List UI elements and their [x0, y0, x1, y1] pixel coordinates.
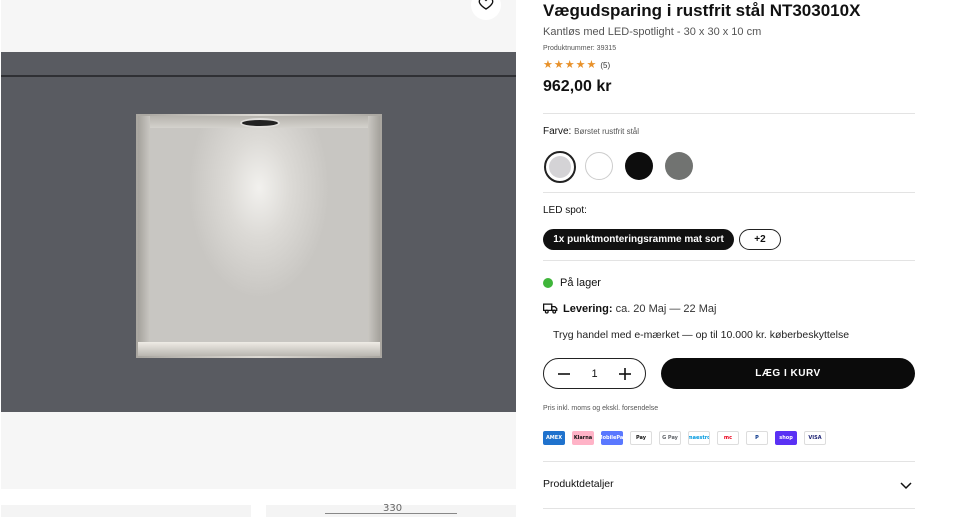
swatch-white[interactable] — [585, 152, 613, 180]
plus-icon — [619, 367, 631, 380]
swatch-fill — [549, 156, 571, 178]
product-subtitle: Kantløs med LED-spotlight - 30 x 30 x 10… — [543, 26, 762, 38]
product-title: Vægudsparing i rustfrit stål NT303010X — [543, 1, 861, 20]
divider — [543, 113, 915, 114]
dimension-label: 330 — [383, 503, 403, 514]
payment-apple-pay-icon: Pay — [630, 431, 652, 445]
divider — [543, 260, 915, 261]
increase-quantity-button[interactable] — [617, 366, 633, 382]
product-rating[interactable]: ★ ★ ★ ★ ★ (5) — [543, 59, 610, 71]
payment-shop-pay-icon: shop — [775, 431, 797, 445]
decrease-quantity-button[interactable] — [556, 366, 572, 382]
product-number: Produktnummer: 39315 — [543, 45, 617, 52]
stock-status: På lager — [560, 277, 601, 289]
niche-left-panel — [138, 116, 150, 356]
wall-background — [1, 52, 516, 412]
niche-frame — [136, 114, 382, 358]
payment-mastercard-icon: mc — [717, 431, 739, 445]
niche-right-panel — [368, 116, 380, 356]
star-icon: ★ — [575, 59, 586, 71]
led-more-options-button[interactable]: +2 — [739, 229, 781, 250]
add-to-cart-button[interactable]: LÆG I KURV — [661, 358, 915, 389]
color-label: Farve: — [543, 126, 572, 137]
divider — [543, 461, 915, 462]
divider — [543, 508, 915, 509]
trust-badge-text: Tryg handel med e-mærket — op til 10.000… — [553, 329, 850, 341]
payment-maestro-icon: maestro — [688, 431, 710, 445]
heart-icon — [478, 0, 494, 16]
swatch-brushed-steel[interactable] — [544, 151, 576, 183]
main-product-image[interactable] — [1, 0, 516, 489]
star-icon: ★ — [553, 59, 564, 71]
product-details-accordion[interactable]: Produktdetaljer — [543, 478, 614, 490]
swatch-grey[interactable] — [665, 152, 693, 180]
color-value: Børstet rustfrit stål — [574, 127, 640, 136]
led-spotlight — [242, 120, 278, 126]
wall-niche — [138, 116, 380, 356]
color-selector-label: Farve: Børstet rustfrit stål — [543, 126, 639, 137]
quantity-stepper: 1 — [543, 358, 646, 389]
payment-paypal-icon: P — [746, 431, 768, 445]
thumbnail-image-1[interactable] — [1, 505, 251, 517]
led-spot-label: LED spot: — [543, 205, 587, 216]
payment-klarna-icon: Klarna — [572, 431, 594, 445]
wall-edge-line — [1, 75, 516, 77]
led-option-selected[interactable]: 1x punktmonteringsramme mat sort — [543, 229, 734, 250]
niche-floor-panel — [138, 342, 380, 356]
swatch-black[interactable] — [625, 152, 653, 180]
star-icon: ★ — [543, 59, 553, 71]
payment-american-express-icon: AMEX — [543, 431, 565, 445]
chevron-down-icon[interactable] — [900, 478, 912, 496]
quantity-value[interactable]: 1 — [591, 368, 597, 380]
product-gallery: 330 — [0, 0, 516, 517]
payment-google-pay-icon: G Pay — [659, 431, 681, 445]
star-icon: ★ — [564, 59, 575, 71]
payment-visa-icon: VISA — [804, 431, 826, 445]
payment-methods: AMEX Klarna MobilePay Pay G Pay maestro mc Psho… — [543, 431, 826, 445]
product-price: 962,00 kr — [543, 78, 612, 95]
star-icon: ★ — [586, 59, 597, 71]
minus-icon — [558, 372, 570, 375]
delivery-estimate: Levering: ca. 20 Maj — 22 Maj — [563, 303, 716, 315]
niche-back-panel — [150, 128, 368, 342]
in-stock-indicator — [543, 278, 553, 288]
rating-count: (5) — [600, 60, 611, 70]
divider — [543, 192, 915, 193]
delivery-label: Levering: — [563, 303, 613, 315]
delivery-value: ca. 20 Maj — 22 Maj — [615, 303, 717, 315]
payment-mobilepay-icon: MobilePay — [601, 431, 623, 445]
truck-icon — [543, 302, 558, 320]
vat-note: Pris inkl. moms og ekskl. forsendelse — [543, 405, 659, 412]
